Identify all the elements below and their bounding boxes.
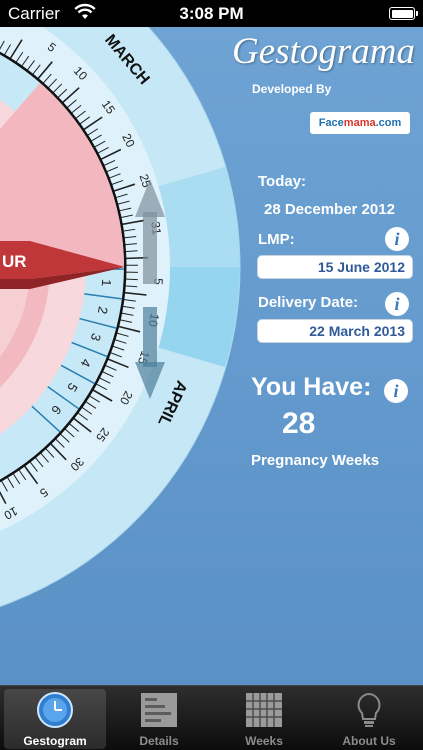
- weeks-info-icon[interactable]: i: [384, 379, 408, 403]
- today-value: 28 December 2012: [264, 201, 395, 218]
- tab-weeks[interactable]: Weeks: [213, 689, 315, 749]
- delivery-date-label: Delivery Date:: [258, 294, 359, 311]
- tab-details-label: Details: [139, 734, 179, 748]
- scale-tick: [125, 278, 138, 281]
- tab-bar: Gestogram Details Weeks About Us: [0, 685, 423, 750]
- lmp-info-icon[interactable]: i: [385, 227, 409, 251]
- lmp-date-field[interactable]: 15 June 2012: [257, 255, 413, 279]
- tab-about-label: About Us: [342, 734, 396, 748]
- week-number: 1: [99, 279, 114, 287]
- pointer-label: UR: [2, 252, 27, 271]
- status-bar: Carrier 3:08 PM: [0, 0, 423, 27]
- clock-icon: [35, 691, 75, 729]
- clock-time: 3:08 PM: [179, 4, 244, 23]
- tab-gestogram[interactable]: Gestogram: [4, 689, 106, 749]
- lightbulb-icon: [349, 691, 389, 729]
- pregnancy-weeks-label: Pregnancy Weeks: [251, 452, 380, 469]
- company-name-part1: Face: [318, 117, 344, 129]
- developed-by-label: Developed By: [252, 82, 332, 96]
- tab-weeks-label: Weeks: [245, 734, 283, 748]
- you-have-label: You Have:: [251, 373, 372, 401]
- company-logo[interactable]: Facemama.com: [310, 112, 410, 134]
- tab-details[interactable]: Details: [108, 689, 210, 749]
- lmp-label: LMP:: [258, 231, 295, 248]
- pregnancy-weeks-value: 28: [282, 407, 316, 440]
- tab-about[interactable]: About Us: [318, 689, 420, 749]
- app-title: Gestograma: [232, 31, 415, 72]
- tab-gestogram-label: Gestogram: [23, 734, 87, 748]
- delivery-info-icon[interactable]: i: [385, 292, 409, 316]
- delivery-date-field[interactable]: 22 March 2013: [257, 319, 413, 343]
- today-label: Today:: [258, 173, 307, 190]
- calendar-grid-icon: [244, 691, 284, 729]
- company-name-part2: mama: [343, 117, 376, 129]
- battery-icon: [389, 7, 418, 20]
- company-name-part3: .com: [375, 117, 402, 129]
- details-list-icon: [139, 691, 179, 729]
